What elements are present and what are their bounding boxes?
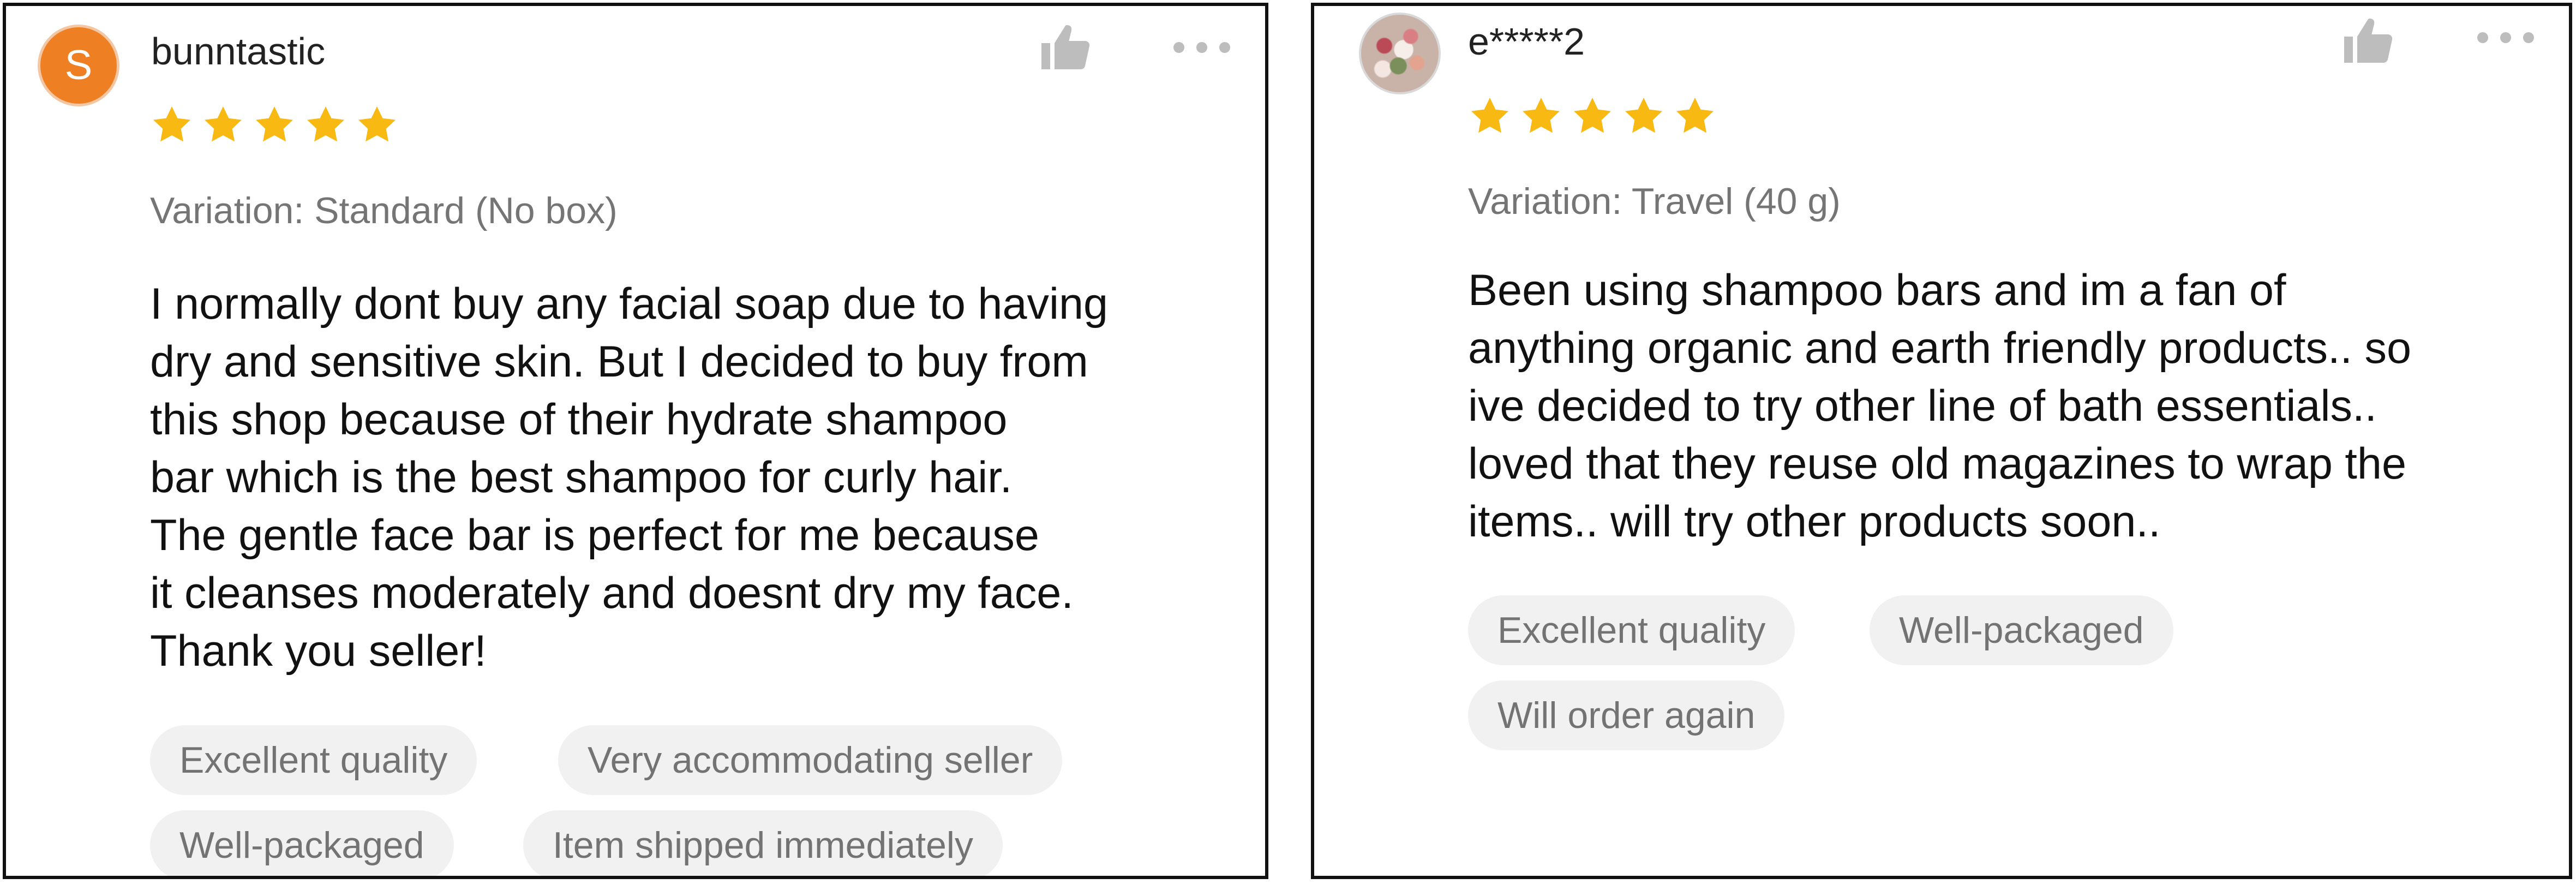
- review-text: Been using shampoo bars and im a fan of …: [1468, 261, 2411, 551]
- review-tag: Very accommodating seller: [558, 725, 1063, 795]
- review-text-line: ive decided to try other line of bath es…: [1468, 381, 2377, 431]
- review-tag: Will order again: [1468, 680, 1785, 750]
- star-icon: [1523, 98, 1560, 133]
- review-text-line: Been using shampoo bars and im a fan of: [1468, 266, 2286, 315]
- review-text-line: loved that they reuse old magazines to w…: [1468, 439, 2407, 488]
- star-icon: [358, 106, 396, 142]
- thumbs-up-icon[interactable]: [2342, 15, 2394, 67]
- rating-stars: [1468, 94, 1724, 145]
- reviewer-username[interactable]: e*****2: [1468, 22, 1585, 61]
- review-text-line: The gentle face bar is perfect for me be…: [150, 511, 1039, 560]
- review-text-line: bar which is the best shampoo for curly …: [150, 453, 1013, 502]
- review-text-line: dry and sensitive skin. But I decided to…: [150, 337, 1088, 386]
- star-icon: [1471, 98, 1508, 133]
- review-text-line: this shop because of their hydrate shamp…: [150, 395, 1008, 444]
- review-tag: Item shipped immediately: [523, 810, 1003, 876]
- review-tag: Well-packaged: [150, 810, 454, 876]
- user-avatar[interactable]: [1359, 13, 1441, 94]
- thumbs-up-icon[interactable]: [1039, 21, 1092, 74]
- review-text-line: it cleanses moderately and doesnt dry my…: [150, 569, 1074, 618]
- star-icon: [256, 106, 293, 142]
- product-variation: Variation: Standard (No box): [150, 190, 618, 231]
- star-icon: [205, 106, 242, 142]
- review-text: I normally dont buy any facial soap due …: [150, 275, 1108, 680]
- more-options-icon[interactable]: [2476, 31, 2536, 45]
- star-icon: [307, 106, 344, 142]
- review-card: e*****2 Variation: Travel (40 g) Been us…: [1311, 3, 2572, 879]
- review-text-line: Thank you seller!: [150, 626, 487, 676]
- review-tag: Well-packaged: [1870, 595, 2173, 665]
- rating-stars: [150, 103, 406, 153]
- more-options-icon[interactable]: [1172, 40, 1232, 55]
- user-avatar[interactable]: S: [38, 25, 119, 106]
- review-tag: Excellent quality: [150, 725, 477, 795]
- star-icon: [153, 106, 190, 142]
- star-icon: [1625, 98, 1662, 133]
- review-card: S bunntastic Variation: Standard (No box…: [3, 3, 1268, 879]
- star-icon: [1574, 98, 1611, 133]
- star-icon: [1676, 98, 1714, 133]
- review-text-line: I normally dont buy any facial soap due …: [150, 279, 1109, 328]
- review-text-line: anything organic and earth friendly prod…: [1468, 324, 2412, 373]
- product-variation: Variation: Travel (40 g): [1468, 181, 1841, 222]
- review-text-line: items.. will try other products soon..: [1468, 497, 2161, 546]
- review-tag: Excellent quality: [1468, 595, 1795, 665]
- reviewer-username[interactable]: bunntastic: [151, 32, 325, 70]
